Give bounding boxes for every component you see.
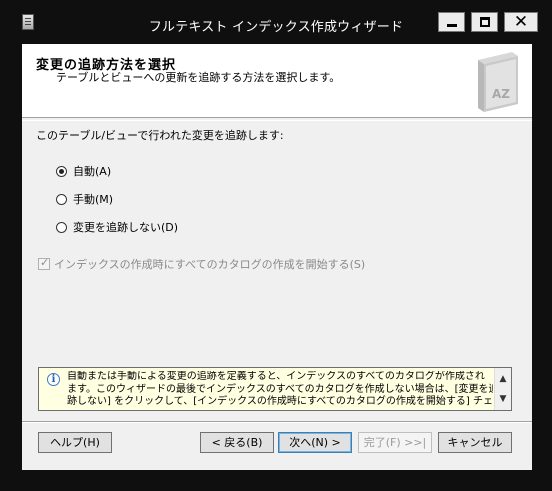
start-population-label: インデックスの作成時にすべてのカタログの作成を開始する(S): [54, 258, 366, 271]
info-scrollbar[interactable]: ▲ ▼: [494, 368, 511, 410]
start-population-box[interactable]: ✓: [38, 256, 50, 270]
info-line: 自動または手動による変更の追跡を定義すると、インデックスのすべてのカタログが作成…: [67, 371, 485, 382]
help-button[interactable]: ヘルプ(H): [38, 432, 112, 453]
info-box: i 自動または手動による変更の追跡を定義すると、インデックスのすべてのカタログが…: [38, 367, 512, 411]
footer-separator-highlight: [22, 422, 532, 423]
scroll-down-icon[interactable]: ▼: [497, 393, 509, 405]
wizard-client-area: 変更の追跡方法を選択 テーブルとビューへの更新を追跡する方法を選択します。 AZ…: [22, 44, 532, 470]
wizard-header: 変更の追跡方法を選択 テーブルとビューへの更新を追跡する方法を選択します。 AZ: [22, 44, 532, 118]
radio-manual[interactable]: 手動(M): [56, 191, 113, 207]
close-button[interactable]: ✕: [504, 12, 538, 32]
maximize-button[interactable]: [471, 12, 498, 32]
wizard-window: フルテキスト インデックス作成ウィザード ✕ 変更の追跡方法を選択 テーブルとビ…: [0, 0, 552, 491]
cancel-button[interactable]: キャンセル: [438, 432, 512, 453]
info-line: 跡しない] をクリックして、[インデックスの作成時にすべてのカタログの作成を開始…: [67, 396, 493, 407]
page-subtitle: テーブルとビューへの更新を追跡する方法を選択します。: [56, 71, 341, 84]
book-letters: AZ: [492, 87, 510, 101]
minimize-button[interactable]: [438, 12, 465, 32]
finish-button[interactable]: 完了(F) >>|: [358, 432, 432, 453]
info-text: 自動または手動による変更の追跡を定義すると、インデックスのすべてのカタログが作成…: [67, 371, 493, 409]
info-icon: i: [47, 373, 60, 386]
radio-automatic[interactable]: 自動(A): [56, 163, 111, 179]
info-line: ます。このウィザードの最後でインデックスのすべてのカタログを作成しない場合は、[…: [67, 383, 493, 395]
radio-manual-circle[interactable]: [56, 193, 67, 205]
close-icon: ✕: [513, 12, 529, 32]
radio-do-not-track[interactable]: 変更を追跡しない(D): [56, 219, 178, 235]
maximize-icon: [480, 17, 490, 27]
tracking-prompt: このテーブル/ビューで行われた変更を追跡します:: [36, 129, 284, 142]
radio-do-not-track-label: 変更を追跡しない(D): [73, 221, 179, 234]
book-icon: AZ: [478, 52, 518, 112]
radio-automatic-circle[interactable]: [56, 165, 67, 177]
next-button[interactable]: 次へ(N) >: [278, 432, 352, 453]
start-population-checkbox[interactable]: ✓ インデックスの作成時にすべてのカタログの作成を開始する(S): [38, 256, 365, 272]
scroll-up-icon[interactable]: ▲: [497, 373, 509, 385]
radio-do-not-track-circle[interactable]: [56, 221, 67, 233]
radio-manual-label: 手動(M): [73, 193, 114, 206]
minimize-icon: [447, 24, 457, 27]
window-controls: ✕: [438, 12, 538, 32]
title-bar[interactable]: フルテキスト インデックス作成ウィザード ✕: [0, 0, 552, 44]
checkmark-icon: ✓: [40, 256, 50, 269]
header-separator: [22, 120, 532, 121]
back-button[interactable]: < 戻る(B): [200, 432, 274, 453]
radio-automatic-label: 自動(A): [73, 165, 112, 178]
